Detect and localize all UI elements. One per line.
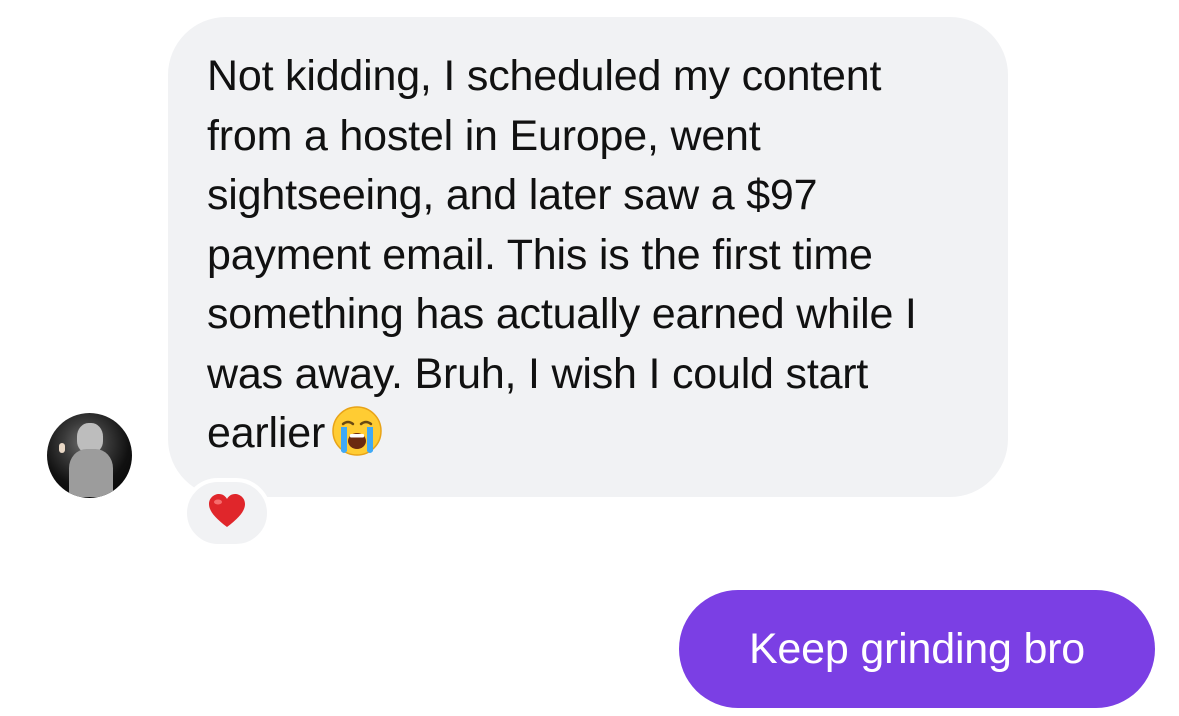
heart-reaction[interactable] bbox=[183, 478, 271, 548]
avatar-figure-body bbox=[69, 449, 113, 497]
outgoing-message-text: Keep grinding bro bbox=[748, 624, 1086, 673]
incoming-message-bubble[interactable]: Not kidding, I scheduled my content from… bbox=[168, 17, 1008, 497]
outgoing-message-bubble[interactable]: Keep grinding bro bbox=[679, 590, 1155, 708]
avatar-figure-hand bbox=[59, 443, 65, 453]
incoming-message-body: Not kidding, I scheduled my content from… bbox=[207, 52, 917, 457]
incoming-message-text: Not kidding, I scheduled my content from… bbox=[207, 47, 968, 464]
loudly-crying-face-icon bbox=[331, 405, 383, 457]
sender-avatar[interactable] bbox=[47, 413, 132, 498]
red-heart-icon bbox=[207, 493, 247, 534]
